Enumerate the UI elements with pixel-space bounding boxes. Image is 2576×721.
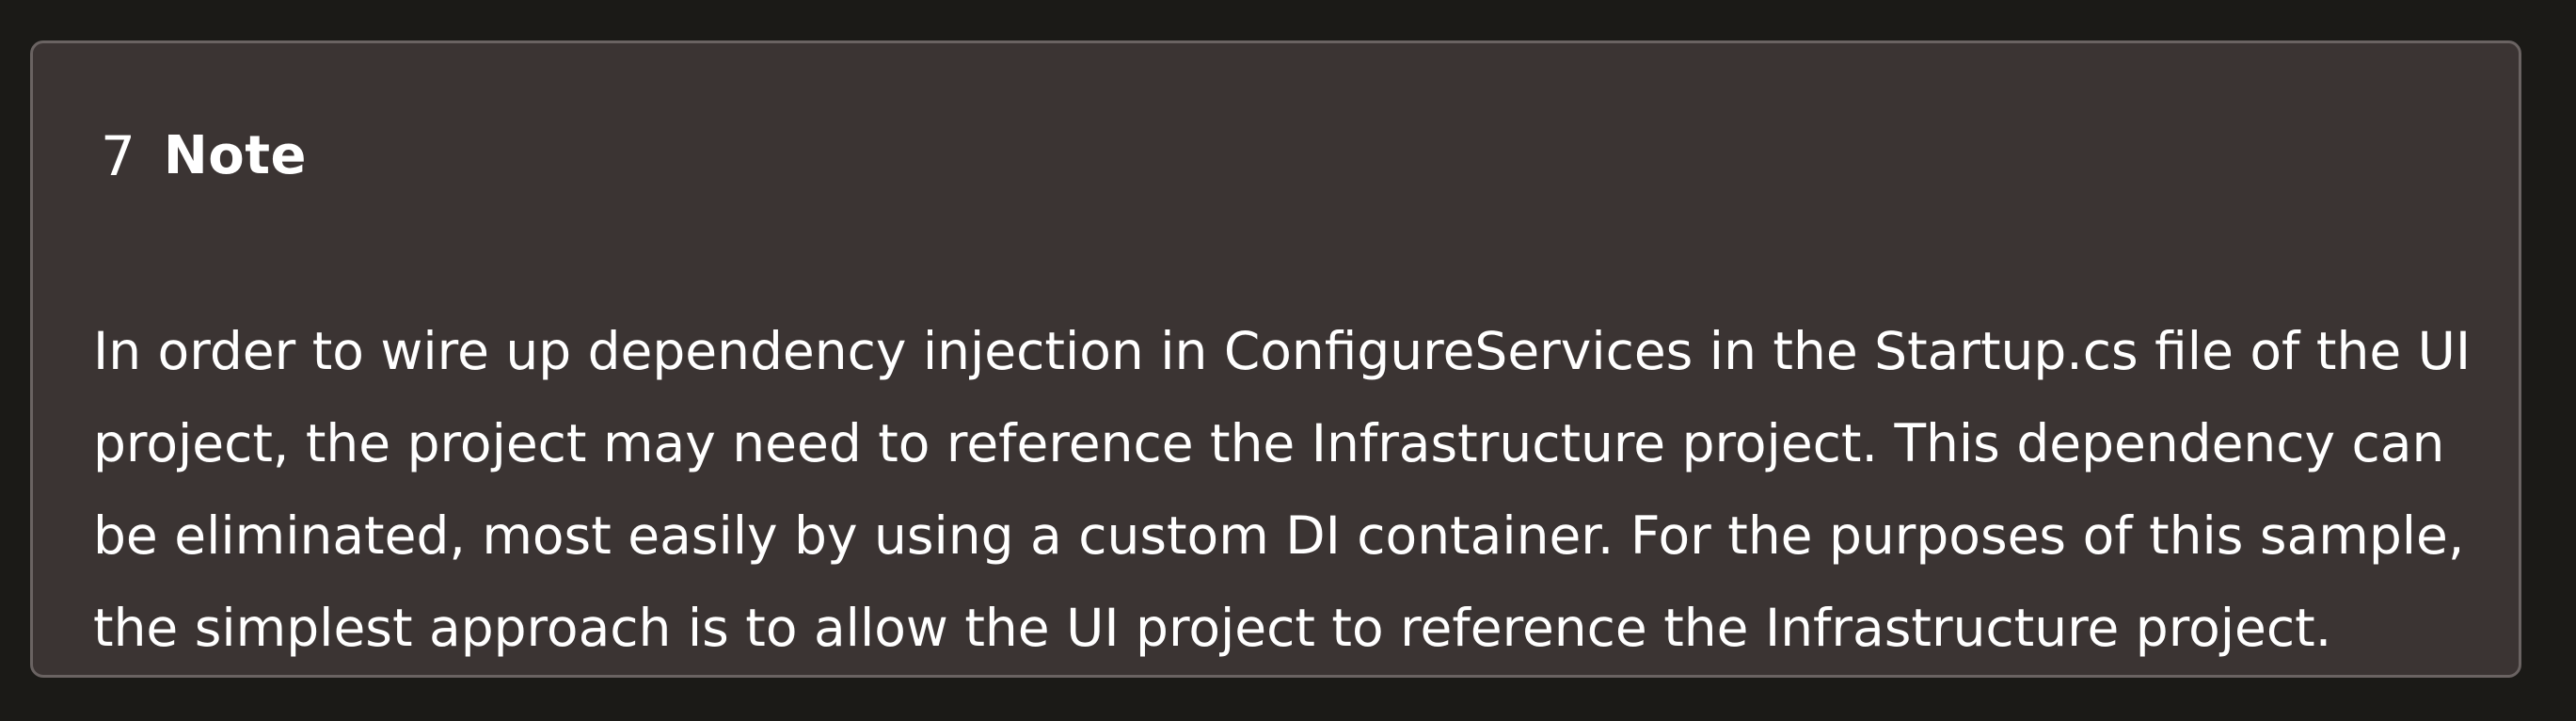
note-body-line: be eliminated, most easily by using a cu… <box>93 505 2465 566</box>
note-body-line: the simplest approach is to allow the UI… <box>93 598 2332 658</box>
note-header: 7 Note <box>101 119 307 194</box>
note-body-line: In order to wire up dependency injection… <box>93 321 2472 381</box>
note-callout: 7 Note In order to wire up dependency in… <box>30 40 2521 678</box>
note-body: In order to wire up dependency injection… <box>93 305 2502 674</box>
note-title: Note <box>163 125 307 186</box>
info-icon: 7 <box>101 124 135 188</box>
note-body-line: project, the project may need to referen… <box>93 413 2445 473</box>
